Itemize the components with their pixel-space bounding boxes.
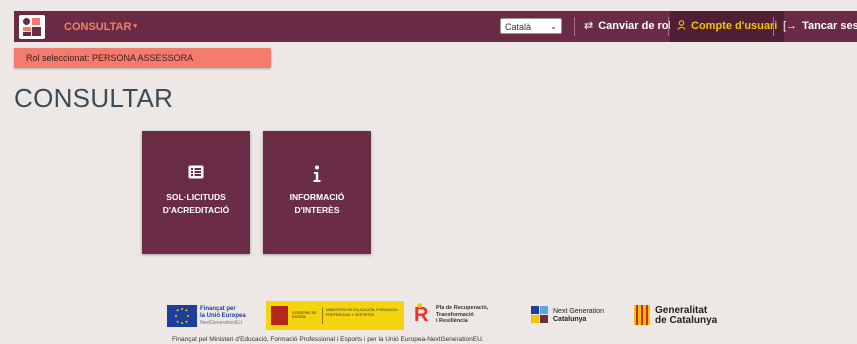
tile-label: SOL·LICITUDS D'ACREDITACIÓ bbox=[144, 191, 248, 217]
tile-label-line2: D'ACREDITACIÓ bbox=[162, 205, 230, 215]
tile-label: INFORMACIÓ D'INTERÈS bbox=[265, 191, 369, 217]
menu-consultar-label: CONSULTAR bbox=[64, 21, 132, 33]
user-icon bbox=[677, 11, 686, 42]
language-select-value: Català bbox=[505, 22, 532, 32]
tile-sollicituds-acreditacio[interactable]: SOL·LICITUDS D'ACREDITACIÓ bbox=[142, 131, 250, 254]
top-navbar: CONSULTAR ▾ Català ⌄ ⇄ Canviar de rol Comp… bbox=[14, 11, 857, 42]
logout-label: Tancar sessió bbox=[802, 20, 857, 32]
chevron-down-icon: ⌄ bbox=[550, 22, 557, 31]
caret-down-icon: ▾ bbox=[133, 23, 137, 30]
page-title: CONSULTAR bbox=[14, 83, 174, 113]
logout-button[interactable]: [→ Tancar sessió bbox=[783, 11, 857, 42]
fpcat-logo[interactable] bbox=[19, 15, 45, 39]
ministry-dept-text: MINISTERIO DE EDUCACIÓN, FORMACIÓN PROFE… bbox=[326, 308, 398, 317]
nextgen-grid-icon bbox=[531, 306, 549, 324]
user-account-label: Compte d'usuari bbox=[691, 20, 778, 32]
ministry-gov-text: GOBIERNO DE ESPAÑA bbox=[292, 311, 317, 319]
eu-flag-icon bbox=[167, 305, 197, 327]
menu-consultar[interactable]: CONSULTAR ▾ bbox=[64, 11, 137, 42]
nav-divider bbox=[668, 17, 669, 36]
plan-recuperacio-logo: R Pla de Recuperació, Transformació i Re… bbox=[414, 303, 514, 329]
nav-divider bbox=[574, 17, 575, 36]
footer-logos: Finançat per la Unió Europea NextGenerat… bbox=[14, 291, 857, 344]
eu-funding-logo: Finançat per la Unió Europea NextGenerat… bbox=[167, 305, 257, 327]
plan-r-icon: R bbox=[414, 304, 429, 326]
info-icon bbox=[263, 165, 371, 183]
nav-divider bbox=[773, 17, 774, 36]
tile-label-line2: D'INTERÈS bbox=[294, 205, 340, 215]
tile-label-line1: SOL·LICITUDS bbox=[166, 192, 226, 202]
eu-line3: NextGenerationEU bbox=[200, 320, 242, 326]
funding-disclaimer: Finançat pel Ministeri d'Educació, Forma… bbox=[172, 336, 484, 343]
eu-line2: la Unió Europea bbox=[200, 313, 246, 319]
ministry-logo: GOBIERNO DE ESPAÑA MINISTERIO DE EDUCACI… bbox=[266, 301, 404, 330]
user-account-button[interactable]: Compte d'usuari bbox=[670, 11, 785, 42]
eu-line1: Finançat per bbox=[200, 306, 236, 312]
swap-arrows-icon: ⇄ bbox=[584, 20, 594, 32]
plan-line1: Pla de Recuperació, bbox=[436, 305, 489, 311]
nextgen-line1: Next Generation bbox=[553, 308, 604, 315]
app-frame: CONSULTAR ▾ Català ⌄ ⇄ Canviar de rol Comp… bbox=[14, 11, 857, 344]
generalitat-logo: Generalitat de Catalunya bbox=[634, 303, 729, 329]
spain-coat-icon bbox=[271, 306, 288, 325]
gencat-line2: de Catalunya bbox=[655, 315, 718, 326]
switch-role-button[interactable]: ⇄ Canviar de rol bbox=[584, 11, 672, 42]
nextgen-line2: Catalunya bbox=[553, 316, 587, 323]
tile-label-line1: INFORMACIÓ bbox=[289, 192, 345, 202]
list-icon bbox=[142, 165, 250, 183]
senyera-icon bbox=[634, 305, 650, 325]
nextgen-catalunya-logo: Next Generation Catalunya bbox=[531, 304, 626, 326]
language-select[interactable]: Català ⌄ bbox=[500, 18, 562, 34]
plan-line3: i Resiliència bbox=[436, 318, 468, 324]
switch-role-label: Canviar de rol bbox=[598, 20, 672, 32]
role-banner: Rol seleccionat: PERSONA ASSESSORA bbox=[14, 48, 271, 68]
logout-icon: [→ bbox=[783, 20, 798, 32]
tile-informacio-interes[interactable]: INFORMACIÓ D'INTERÈS bbox=[263, 131, 371, 254]
